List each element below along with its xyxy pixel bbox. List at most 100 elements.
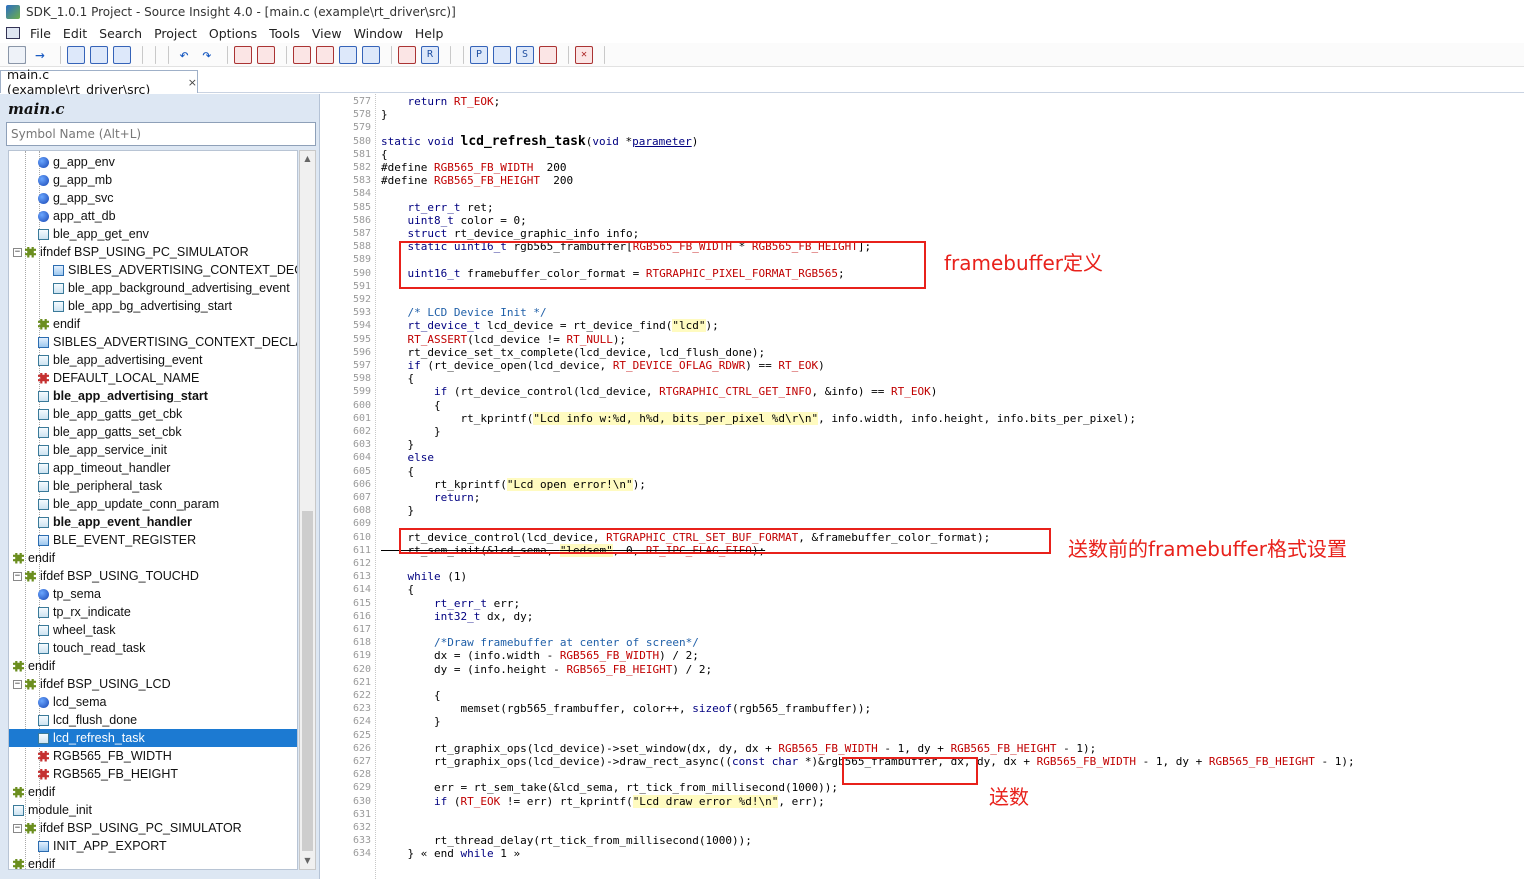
code-line[interactable]: 605 { — [333, 465, 1513, 478]
search-backward-icon[interactable] — [234, 45, 252, 64]
redo-icon[interactable]: ↷ — [198, 45, 216, 64]
menu-file[interactable]: File — [24, 26, 57, 41]
code-line[interactable]: 604 else — [333, 451, 1513, 464]
symbol-list-item[interactable]: g_app_env — [9, 153, 297, 171]
symbol-list-item[interactable]: ble_app_bg_advertising_start — [9, 297, 297, 315]
menu-window[interactable]: Window — [348, 26, 409, 41]
code-line[interactable]: 634 } « end while 1 » — [333, 847, 1513, 860]
collapse-toggle-icon[interactable]: − — [13, 571, 22, 581]
preview-icon[interactable]: P — [470, 45, 488, 64]
code-line[interactable]: 580 static void lcd_refresh_task(void *pa… — [333, 135, 1513, 148]
code-line[interactable]: 598 { — [333, 372, 1513, 385]
code-line[interactable]: 599 if (rt_device_control(lcd_device, RT… — [333, 385, 1513, 398]
symbol-list-item[interactable]: lcd_flush_done — [9, 711, 297, 729]
bird-icon[interactable] — [539, 45, 557, 64]
code-editor[interactable]: 577 return RT_EOK; 578} 579 580 static void … — [333, 94, 1524, 879]
menu-tools[interactable]: Tools — [263, 26, 306, 41]
context-window-icon[interactable] — [398, 45, 416, 64]
symbol-list-item[interactable]: − ifdef BSP_USING_PC_SIMULATOR — [9, 819, 297, 837]
code-line[interactable]: 584 — [333, 187, 1513, 200]
code-line[interactable]: 627 rt_graphix_ops(lcd_device)->draw_rec… — [333, 755, 1513, 768]
code-line[interactable]: 586 uint8_t color = 0; — [333, 214, 1513, 227]
symbol-list-item[interactable]: − ifdef BSP_USING_TOUCHD — [9, 567, 297, 585]
code-line[interactable]: 588 static uint16_t rgb565_frambuffer[RG… — [333, 240, 1513, 253]
scroll-up-icon[interactable]: ▲ — [300, 151, 315, 167]
code-line[interactable]: 593 /* LCD Device Init */ — [333, 306, 1513, 319]
collapse-toggle-icon[interactable]: − — [13, 247, 22, 257]
symbol-list-item[interactable]: endif — [9, 315, 297, 333]
scrollbar-thumb[interactable] — [302, 511, 313, 851]
bookmark-icon[interactable] — [293, 45, 311, 64]
symbol-list-item[interactable]: ble_app_background_advertising_event — [9, 279, 297, 297]
search-forward-icon[interactable] — [257, 45, 275, 64]
save-icon[interactable] — [67, 45, 85, 64]
code-line[interactable]: 632 — [333, 821, 1513, 834]
code-line[interactable]: 594 rt_device_t lcd_device = rt_device_f… — [333, 319, 1513, 333]
symbol-list-item[interactable]: ble_app_get_env — [9, 225, 297, 243]
code-line[interactable]: 578} — [333, 108, 1513, 121]
symbol-list-item[interactable]: touch_read_task — [9, 639, 297, 657]
code-line[interactable]: 601 rt_kprintf("Lcd info w:%d, h%d, bits… — [333, 411, 1513, 425]
code-line[interactable]: 618 /*Draw framebuffer at center of scre… — [333, 636, 1513, 649]
symbol-list-item[interactable]: DEFAULT_LOCAL_NAME — [9, 369, 297, 387]
symbol-list-scrollbar[interactable]: ▲ ▼ — [299, 150, 316, 870]
s-icon[interactable]: S — [516, 45, 534, 64]
code-line[interactable]: 622 { — [333, 689, 1513, 702]
symbol-list-item[interactable]: SIBLES_ADVERTISING_CONTEXT_DECLAR — [9, 333, 297, 351]
symbol-list-item[interactable]: ble_app_update_conn_param — [9, 495, 297, 513]
code-line[interactable]: 613 while (1) — [333, 570, 1513, 583]
symbol-list-item[interactable]: RGB565_FB_WIDTH — [9, 747, 297, 765]
code-line[interactable]: 590 uint16_t framebuffer_color_format = … — [333, 267, 1513, 280]
code-line[interactable]: 597 if (rt_device_open(lcd_device, RT_DE… — [333, 359, 1513, 372]
scroll-down-icon[interactable]: ▼ — [300, 853, 315, 869]
bookmark-next-icon[interactable] — [316, 45, 334, 64]
symbol-list-item[interactable]: RGB565_FB_HEIGHT — [9, 765, 297, 783]
tab-close-icon[interactable]: × — [188, 76, 197, 89]
code-line[interactable]: 609 — [333, 517, 1513, 530]
code-line[interactable]: 619 dx = (info.width - RGB565_FB_WIDTH) … — [333, 649, 1513, 662]
code-line[interactable]: 623 memset(rgb565_frambuffer, color++, s… — [333, 702, 1513, 715]
forward-arrow-icon[interactable]: → — [31, 45, 49, 64]
symbol-search-input[interactable]: Symbol Name (Alt+L) — [6, 122, 316, 146]
symbol-list-item[interactable]: INIT_APP_EXPORT — [9, 837, 297, 855]
code-line[interactable]: 587 struct rt_device_graphic_info info; — [333, 227, 1513, 240]
code-line[interactable]: 633 rt_thread_delay(rt_tick_from_millise… — [333, 834, 1513, 847]
code-line[interactable]: 596 rt_device_set_tx_complete(lcd_device… — [333, 346, 1513, 359]
code-line[interactable]: 602 } — [333, 425, 1513, 438]
code-line[interactable]: 608 } — [333, 504, 1513, 517]
symbol-list-item[interactable]: ble_app_gatts_get_cbk — [9, 405, 297, 423]
symbol-list-item[interactable]: wheel_task — [9, 621, 297, 639]
code-line[interactable]: 614 { — [333, 583, 1513, 596]
symbol-list-item[interactable]: − ifdef BSP_USING_LCD — [9, 675, 297, 693]
symbol-list-item[interactable]: SIBLES_ADVERTISING_CONTEXT_DECLA — [9, 261, 297, 279]
code-line[interactable]: 617 — [333, 623, 1513, 636]
undo-icon[interactable]: ↶ — [175, 45, 193, 64]
symbol-list-item[interactable]: ble_app_service_init — [9, 441, 297, 459]
code-line[interactable]: 582 #define RGB565_FB_WIDTH 200 — [333, 161, 1513, 174]
code-line[interactable]: 629 err = rt_sem_take(&lcd_sema, rt_tick… — [333, 781, 1513, 794]
symbol-list-item[interactable]: ble_app_gatts_set_cbk — [9, 423, 297, 441]
code-line[interactable]: 585 rt_err_t ret; — [333, 201, 1513, 214]
code-line[interactable]: 621 — [333, 676, 1513, 689]
code-line[interactable]: 620 dy = (info.height - RGB565_FB_HEIGHT… — [333, 663, 1513, 676]
code-line[interactable]: 581 { — [333, 148, 1513, 161]
menu-options[interactable]: Options — [203, 26, 263, 41]
symbol-list-item[interactable]: lcd_refresh_task — [9, 729, 297, 747]
code-line[interactable]: 589 — [333, 253, 1513, 266]
code-line[interactable]: 600 { — [333, 399, 1513, 412]
code-line[interactable]: 615 rt_err_t err; — [333, 597, 1513, 610]
symbol-list-item[interactable]: − ifndef BSP_USING_PC_SIMULATOR — [9, 243, 297, 261]
menu-help[interactable]: Help — [409, 26, 450, 41]
collapse-toggle-icon[interactable]: − — [13, 823, 22, 833]
symbol-list-item[interactable]: ble_app_advertising_event — [9, 351, 297, 369]
symbol-list-item[interactable]: module_init — [9, 801, 297, 819]
symbol-list-item[interactable]: endif — [9, 783, 297, 801]
code-line[interactable]: 616 int32_t dx, dy; — [333, 610, 1513, 623]
symbol-list-item[interactable]: lcd_sema — [9, 693, 297, 711]
back-arrow-icon[interactable]: ← — [8, 45, 26, 64]
menu-search[interactable]: Search — [93, 26, 148, 41]
code-line[interactable]: 577 return RT_EOK; — [333, 95, 1513, 108]
symbol-list-item[interactable]: endif — [9, 855, 297, 869]
code-line[interactable]: 583 #define RGB565_FB_HEIGHT 200 — [333, 174, 1513, 187]
symbol-list-item[interactable]: endif — [9, 549, 297, 567]
